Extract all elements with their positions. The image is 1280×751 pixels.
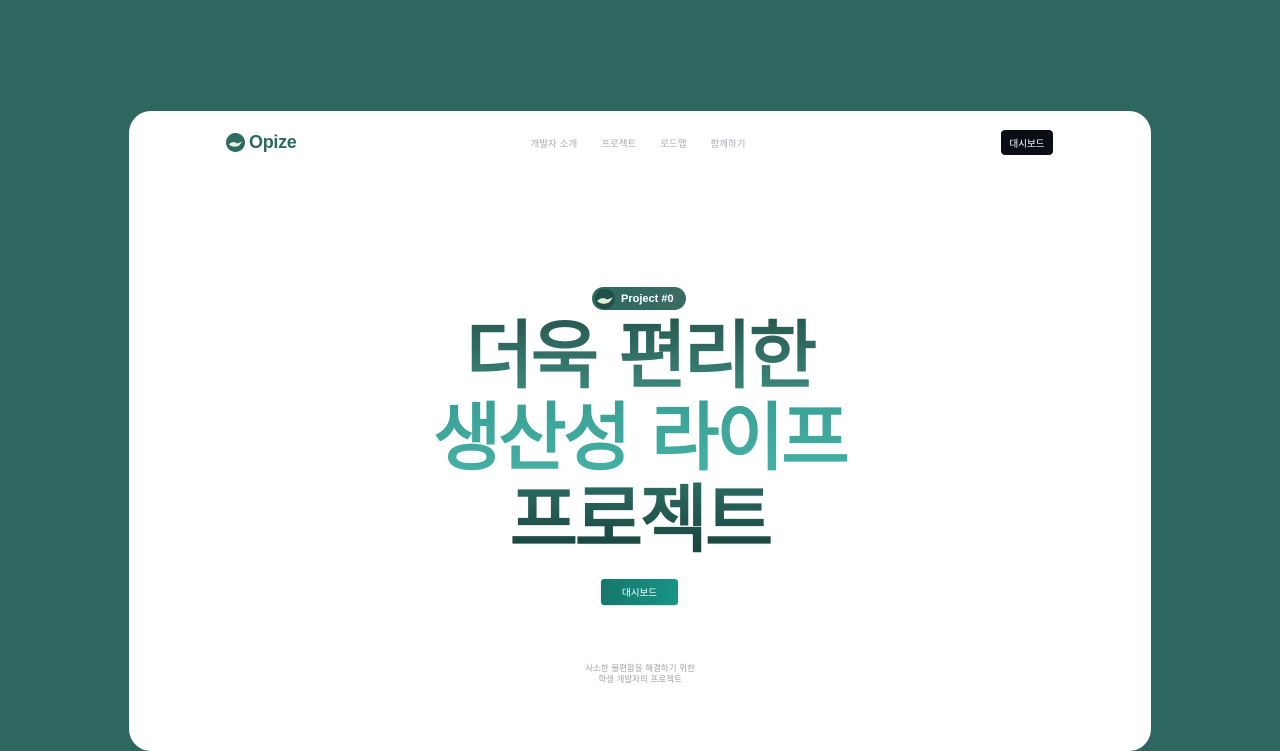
project-badge: Project #0 [592, 287, 686, 310]
badge-label: Project #0 [621, 292, 674, 305]
top-nav: 개발자 소개 프로젝트 로드맵 함께하기 [129, 136, 1151, 150]
tagline-line-2: 학생 개발자의 프로젝트 [598, 675, 682, 685]
nav-join[interactable]: 함께하기 [710, 136, 745, 150]
headline-line-2: 생산성 라이프 [129, 397, 1151, 479]
tagline-line-1: 사소한 불편함을 해결하기 위한 [585, 664, 695, 674]
dashboard-button[interactable]: 대시보드 [1001, 130, 1053, 155]
opize-bird-icon [595, 288, 615, 309]
hero-tagline: 사소한 불편함을 해결하기 위한 학생 개발자의 프로젝트 [129, 664, 1151, 686]
nav-roadmap[interactable]: 로드맵 [660, 136, 686, 150]
nav-projects[interactable]: 프로젝트 [601, 136, 636, 150]
headline-line-1: 더욱 편리한 [129, 315, 1151, 397]
hero-dashboard-button[interactable]: 대시보드 [601, 579, 678, 605]
hero-headline: 더욱 편리한 생산성 라이프 프로젝트 [129, 315, 1151, 561]
headline-line-3: 프로젝트 [129, 479, 1151, 561]
nav-developer-intro[interactable]: 개발자 소개 [531, 136, 578, 150]
main-card: Opize 개발자 소개 프로젝트 로드맵 함께하기 대시보드 Project … [129, 111, 1151, 751]
